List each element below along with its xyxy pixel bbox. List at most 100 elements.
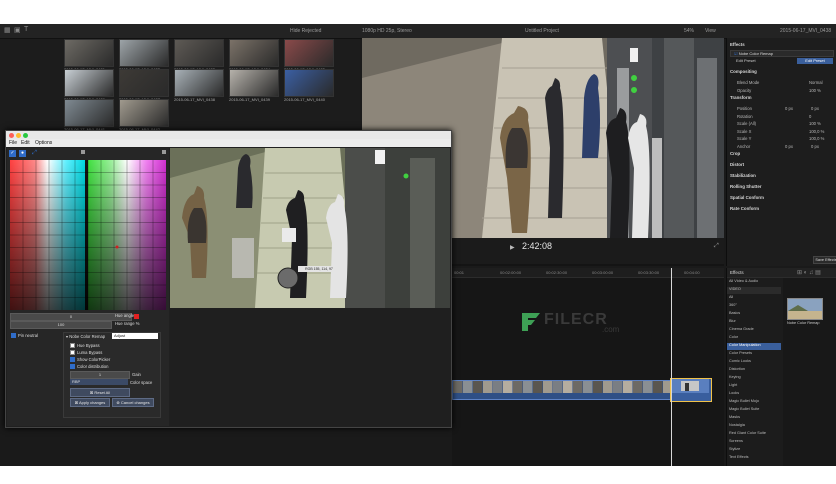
inspector-row-distort[interactable]: Distort — [727, 162, 836, 170]
hue-color-swatch[interactable] — [134, 314, 139, 319]
browser-clip[interactable]: 2015-06-17_MVI_0436 — [64, 69, 114, 102]
save-effects-button[interactable]: Save Effects — [813, 256, 836, 264]
plugin-title-bar[interactable] — [6, 131, 451, 139]
view-menu[interactable]: View — [705, 28, 716, 34]
panel-handle-icon[interactable] — [81, 150, 85, 154]
preview-image[interactable] — [170, 148, 450, 308]
effects-category[interactable]: Blur — [727, 319, 781, 326]
inspector-value[interactable]: 100,0 % — [809, 129, 824, 134]
browser-clip[interactable]: 2015-06-17_MVI_0434 — [229, 39, 279, 72]
inspector-value[interactable]: 100,0 % — [809, 136, 824, 141]
browser-clip[interactable]: 2015-06-17_MVI_0435 — [284, 39, 334, 72]
inspector-value[interactable]: 0 — [809, 114, 811, 119]
browser-clip[interactable]: 2015-06-17_MVI_0431 — [64, 39, 114, 72]
inspector-row-stabilization[interactable]: Stabilization — [727, 173, 836, 181]
menu-edit[interactable]: Edit — [21, 140, 30, 146]
effect-row[interactable]: ☑ Nobe Color Remap — [730, 50, 834, 57]
edit-preset-button[interactable]: Edit Preset — [797, 58, 833, 64]
cancel-changes-button[interactable]: ⊗ Cancel changes — [112, 398, 154, 407]
filmstrip-frame — [503, 381, 513, 393]
effects-category[interactable]: Looks — [727, 391, 781, 398]
inspector-row-spatial-conform[interactable]: Spatial Conform — [727, 195, 836, 203]
inspector-value[interactable]: 100 % — [809, 88, 821, 93]
browser-clip[interactable]: 2015-06-17_MVI_0433 — [174, 39, 224, 72]
luma-bypass-checkbox[interactable] — [70, 350, 75, 355]
effects-category[interactable]: Magic Bullet Mojo — [727, 399, 781, 406]
effects-category[interactable]: Color Presets — [727, 351, 781, 358]
inspector-value[interactable]: 0 px — [785, 144, 793, 149]
effects-category[interactable]: Basics — [727, 311, 781, 318]
effects-category[interactable]: Masks — [727, 415, 781, 422]
inspector-row-crop[interactable]: Crop — [727, 151, 836, 159]
effects-category[interactable]: Light — [727, 383, 781, 390]
playhead[interactable] — [671, 268, 672, 466]
inspector-value-y[interactable]: 0 px — [811, 106, 819, 111]
effects-category[interactable]: Color Manipulation — [727, 343, 781, 350]
effect-checkbox[interactable]: ☑ — [734, 51, 738, 56]
color-space-select[interactable]: RBP — [70, 379, 128, 385]
effects-category[interactable]: Magic Bullet Suite — [727, 407, 781, 414]
gain-slider[interactable]: 1 — [70, 371, 130, 379]
titles-icon[interactable]: T — [24, 26, 28, 33]
inspector-value[interactable]: Normal — [809, 80, 823, 85]
effects-category[interactable]: Text Effects — [727, 455, 781, 462]
effects-category[interactable]: Color — [727, 335, 781, 342]
library-icon[interactable]: ▦ — [4, 26, 11, 34]
play-icon[interactable]: ▶ — [510, 244, 515, 251]
browser-clip[interactable]: 2015-06-17_MVI_0432 — [119, 39, 169, 72]
effects-category[interactable]: Red Giant Color Suite — [727, 431, 781, 438]
fullscreen-icon[interactable]: ⤢ — [714, 243, 719, 250]
effects-category[interactable]: Stylize — [727, 447, 781, 454]
inspector-value[interactable]: 100 % — [809, 121, 821, 126]
zoom-window-button[interactable] — [23, 132, 28, 138]
apply-changes-button[interactable]: ⊠ Apply changes — [70, 398, 110, 407]
effects-category[interactable]: Screens — [727, 439, 781, 446]
hue-bypass-checkbox[interactable] — [70, 343, 75, 348]
effect-preview-thumbnail[interactable] — [787, 298, 823, 320]
effects-category[interactable]: Cinema Grade — [727, 327, 781, 334]
inspector-value[interactable]: 0 px — [785, 106, 793, 111]
hue-range-slider[interactable]: 100 — [10, 321, 112, 329]
toolbar-icons[interactable]: ⊞ ◐ ♫ ▤ — [797, 269, 821, 276]
effects-category[interactable]: All — [727, 295, 781, 302]
inspector-row-compositing[interactable]: Compositing — [727, 69, 836, 77]
menu-options[interactable]: Options — [35, 140, 52, 146]
browser-clip[interactable]: 2015-06-17_MVI_0442 — [119, 99, 169, 132]
minimize-window-button[interactable] — [16, 132, 21, 138]
filter-label[interactable]: Hide Rejected — [290, 28, 321, 34]
browser-clip[interactable]: 2015-06-17_MVI_0438 — [174, 69, 224, 102]
timeline-ruler[interactable]: 00:01 00:02:00:00 00:02:30:00 00:03:00:00 00… — [452, 268, 724, 278]
inspector-row-rate-conform[interactable]: Rate Conform — [727, 206, 836, 214]
effects-category[interactable]: 360° — [727, 303, 781, 310]
effects-category[interactable]: Distortion — [727, 367, 781, 374]
browser-clip[interactable]: 2015-06-17_MVI_0439 — [229, 69, 279, 102]
reset-all-button[interactable]: ⊠ Reset All — [70, 388, 130, 397]
pin-neutral-checkbox[interactable] — [11, 333, 16, 338]
panel-handle-icon-2[interactable] — [162, 150, 166, 154]
effects-category[interactable]: Comic Looks — [727, 359, 781, 366]
browser-clip[interactable]: 2015-06-17_MVI_0437 — [119, 69, 169, 102]
picker-tool-icon[interactable]: ● — [19, 150, 26, 157]
hue-remap-grid[interactable] — [10, 160, 166, 310]
effects-category[interactable]: VIDEO — [727, 287, 781, 294]
menu-file[interactable]: File — [9, 140, 17, 146]
effects-category[interactable]: Nostalgia — [727, 423, 781, 430]
selected-clip[interactable] — [670, 378, 712, 402]
photos-icon[interactable]: ▣ — [14, 26, 21, 34]
adjust-dropdown[interactable]: Adjust — [112, 333, 158, 339]
primary-clip[interactable] — [452, 380, 672, 400]
show-colorpicker-checkbox[interactable] — [70, 357, 75, 362]
color-distribution-checkbox[interactable] — [70, 364, 75, 369]
checkmark-tool-icon[interactable]: ✓ — [9, 150, 16, 157]
close-window-button[interactable] — [9, 132, 14, 138]
effects-category[interactable]: Keying — [727, 375, 781, 382]
inspector-row-rolling-shutter[interactable]: Rolling Shutter — [727, 184, 836, 192]
zoom-level[interactable]: 54% — [684, 28, 694, 34]
browser-clip[interactable]: 2015-06-17_MVI_0440 — [284, 69, 334, 102]
hue-angle-slider[interactable]: 0 — [10, 313, 132, 321]
browser-clip[interactable]: 2015-06-17_MVI_0441 — [64, 99, 114, 132]
effects-category[interactable]: All Video & Audio — [727, 279, 781, 286]
expand-tool-icon[interactable]: ⤢ — [31, 150, 38, 157]
inspector-value-y[interactable]: 0 px — [811, 144, 819, 149]
inspector-row-transform[interactable]: Transform — [727, 95, 836, 103]
